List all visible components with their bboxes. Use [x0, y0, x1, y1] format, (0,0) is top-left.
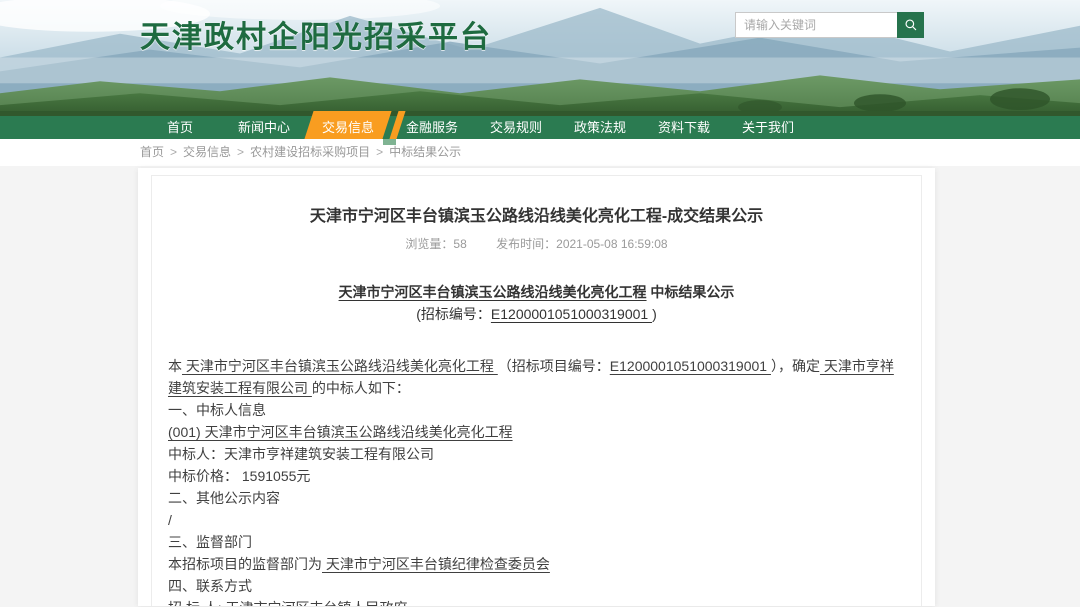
- underlined-text-segment: 天津市宁河区丰台镇滨玉公路线沿线美化亮化工程: [182, 358, 498, 374]
- main-area: 天津市宁河区丰台镇滨玉公路线沿线美化亮化工程-成交结果公示 浏览量：58 发布时…: [0, 166, 1080, 607]
- underlined-text-segment: 天津市宁河区丰台镇纪律检查委员会: [322, 556, 550, 572]
- announcement-subtitle: 天津市宁河区丰台镇滨玉公路线沿线美化亮化工程 中标结果公示: [168, 281, 905, 303]
- text-segment: 三、监督部门: [168, 534, 252, 550]
- nav-item-首页[interactable]: 首页: [138, 116, 222, 139]
- views-meta: 浏览量：58: [405, 235, 466, 252]
- article-title: 天津市宁河区丰台镇滨玉公路线沿线美化亮化工程-成交结果公示: [168, 202, 905, 226]
- banner: 天津政村企阳光招采平台: [0, 0, 1080, 116]
- search-box: [735, 12, 924, 38]
- nav-item-交易规则[interactable]: 交易规则: [474, 116, 558, 139]
- nav-item-政策法规[interactable]: 政策法规: [558, 116, 642, 139]
- underlined-text-segment: 天津市宁河区丰台镇滨玉公路线沿线美化亮化工程: [339, 284, 647, 300]
- article-box: 天津市宁河区丰台镇滨玉公路线沿线美化亮化工程-成交结果公示 浏览量：58 发布时…: [151, 175, 922, 606]
- breadcrumb-item: 中标结果公示: [389, 145, 461, 159]
- nav-item-label: 政策法规: [574, 120, 626, 135]
- article-line: 四、联系方式: [168, 575, 905, 597]
- breadcrumb-item[interactable]: 农村建设招标采购项目: [250, 145, 370, 159]
- main-navbar: 首页 新闻中心 交易信息 金融服务 交易规则 政策法规 资料下载 关于我们: [0, 116, 1080, 139]
- text-segment: （招标项目编号：: [498, 358, 610, 374]
- article-line: 三、监督部门: [168, 531, 905, 553]
- text-segment: ): [652, 306, 657, 322]
- nav-item-label: 金融服务: [406, 120, 458, 135]
- nav-item-关于我们[interactable]: 关于我们: [726, 116, 810, 139]
- breadcrumb: 首页 > 交易信息 > 农村建设招标采购项目 > 中标结果公示: [0, 139, 1080, 166]
- views-label: 浏览量：: [405, 237, 453, 251]
- text-segment: /: [168, 512, 172, 528]
- text-segment: (招标编号：: [416, 306, 491, 322]
- article-line: 本 天津市宁河区丰台镇滨玉公路线沿线美化亮化工程 （招标项目编号：E120000…: [168, 355, 905, 399]
- article-meta: 浏览量：58 发布时间：2021-05-08 16:59:08: [168, 235, 905, 252]
- article-line: (001) 天津市宁河区丰台镇滨玉公路线沿线美化亮化工程: [168, 421, 905, 443]
- search-input[interactable]: [735, 12, 897, 38]
- nav-item-label: 资料下载: [658, 120, 710, 135]
- search-icon: [904, 18, 918, 32]
- article-line: 一、中标人信息: [168, 399, 905, 421]
- nav-item-资料下载[interactable]: 资料下载: [642, 116, 726, 139]
- breadcrumb-item[interactable]: 交易信息: [183, 145, 231, 159]
- nav-item-交易信息[interactable]: 交易信息: [306, 116, 390, 139]
- publish-time-label: 发布时间：: [496, 237, 556, 251]
- nav-item-label: 交易信息: [322, 120, 374, 135]
- article-line: 中标人：天津市亨祥建筑安装工程有限公司: [168, 443, 905, 465]
- article-line: 中标价格： 1591055元: [168, 465, 905, 487]
- article-line: 二、其他公示内容: [168, 487, 905, 509]
- active-tab-fold: [383, 139, 396, 145]
- search-button[interactable]: [897, 12, 924, 38]
- text-segment: 中标人：天津市亨祥建筑安装工程有限公司: [168, 446, 434, 462]
- text-segment: 一、中标人信息: [168, 402, 266, 418]
- nav-item-label: 交易规则: [490, 120, 542, 135]
- text-segment: 本招标项目的监督部门为: [168, 556, 322, 572]
- underlined-text-segment: (001) 天津市宁河区丰台镇滨玉公路线沿线美化亮化工程: [168, 424, 513, 440]
- bid-number-line: (招标编号：E1200001051000319001 ): [168, 303, 905, 325]
- views-count: 58: [453, 237, 466, 251]
- article-body: 本 天津市宁河区丰台镇滨玉公路线沿线美化亮化工程 （招标项目编号：E120000…: [168, 355, 905, 606]
- text-segment: 四、联系方式: [168, 578, 252, 594]
- site-title: 天津政村企阳光招采平台: [140, 12, 492, 56]
- article-line: 本招标项目的监督部门为 天津市宁河区丰台镇纪律检查委员会: [168, 553, 905, 575]
- content-card: 天津市宁河区丰台镇滨玉公路线沿线美化亮化工程-成交结果公示 浏览量：58 发布时…: [138, 168, 935, 606]
- text-segment: ），确定: [771, 358, 820, 374]
- publish-time-meta: 发布时间：2021-05-08 16:59:08: [496, 235, 667, 252]
- nav-item-label: 新闻中心: [238, 120, 290, 135]
- breadcrumb-separator: >: [376, 145, 383, 159]
- nav-item-新闻中心[interactable]: 新闻中心: [222, 116, 306, 139]
- breadcrumb-item[interactable]: 首页: [140, 145, 164, 159]
- text-segment: 本: [168, 358, 182, 374]
- underlined-text-segment: E1200001051000319001: [491, 306, 652, 322]
- nav-list: 首页 新闻中心 交易信息 金融服务 交易规则 政策法规 资料下载 关于我们: [138, 116, 1080, 139]
- text-segment: 的中标人如下：: [312, 380, 410, 396]
- text-segment: 中标结果公示: [647, 284, 735, 300]
- article-line: /: [168, 509, 905, 531]
- breadcrumb-separator: >: [237, 145, 244, 159]
- text-segment: 二、其他公示内容: [168, 490, 280, 506]
- breadcrumb-separator: >: [170, 145, 177, 159]
- text-segment: 招 标 人: 天津市宁河区丰台镇人民政府: [168, 600, 408, 606]
- article-line: 招 标 人: 天津市宁河区丰台镇人民政府: [168, 597, 905, 606]
- underlined-text-segment: E1200001051000319001: [610, 358, 771, 374]
- text-segment: 中标价格： 1591055元: [168, 468, 310, 484]
- publish-time-value: 2021-05-08 16:59:08: [556, 237, 667, 251]
- nav-item-label: 首页: [167, 120, 193, 135]
- nav-item-label: 关于我们: [742, 120, 794, 135]
